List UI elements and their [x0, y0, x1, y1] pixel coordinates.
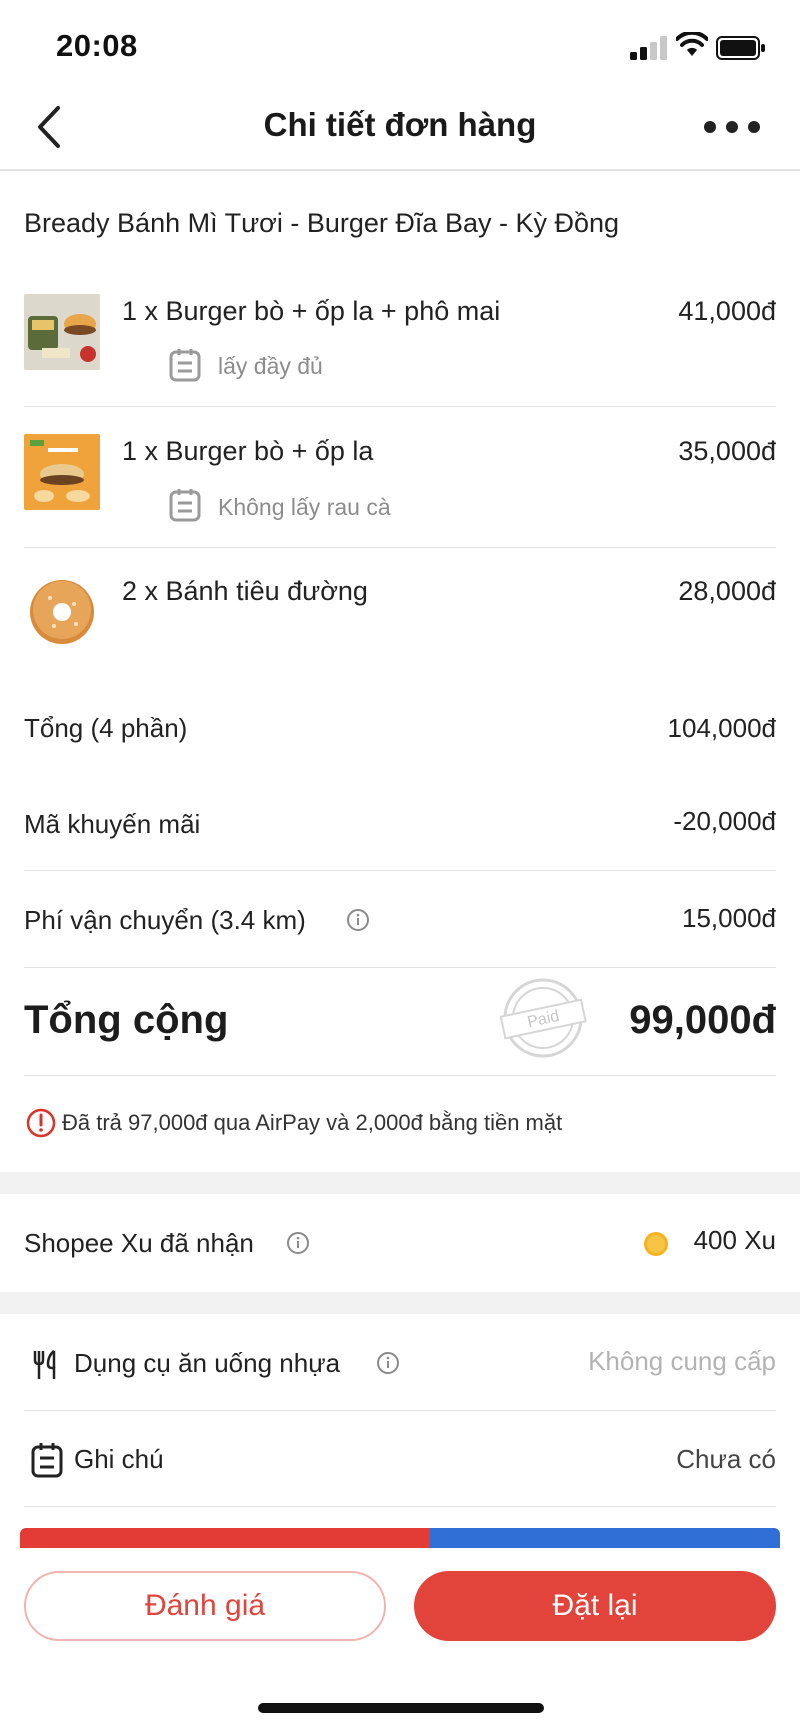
coins-value: 400 Xu [693, 1225, 776, 1255]
utensils-label: Dụng cụ ăn uống nhựa [74, 1348, 341, 1378]
subtotal-value: 104,000đ [667, 713, 776, 743]
coin-icon [644, 1232, 668, 1256]
paid-stamp-icon: Paid [499, 978, 587, 1058]
cellular-signal-icon [630, 36, 667, 60]
extras-divider [24, 1506, 776, 1507]
item-divider [24, 547, 776, 548]
info-icon[interactable] [286, 1231, 310, 1255]
reorder-button[interactable]: Đặt lại [414, 1571, 776, 1641]
item-note: Không lấy rau cà [218, 494, 391, 520]
alert-icon [26, 1108, 56, 1138]
info-icon[interactable] [376, 1351, 400, 1375]
total-label: Tổng cộng [24, 998, 229, 1042]
note-icon [169, 489, 201, 522]
home-indicator [258, 1703, 544, 1713]
item-price: 35,000đ [678, 436, 776, 466]
item-price: 28,000đ [678, 576, 776, 606]
promo-banner[interactable] [20, 1528, 780, 1550]
order-note-value[interactable]: Chưa có [676, 1444, 776, 1475]
page-title: Chi tiết đơn hàng [263, 106, 537, 143]
utensils-value: Không cung cấp [588, 1346, 776, 1376]
item-thumbnail [24, 434, 100, 510]
item-divider [24, 406, 776, 407]
total-value: 99,000đ [629, 998, 776, 1042]
order-note-label: Ghi chú [74, 1444, 164, 1474]
store-name[interactable]: Bready Bánh Mì Tươi - Burger Đĩa Bay - K… [24, 208, 619, 239]
utensils-icon [33, 1350, 56, 1379]
extras-divider [24, 1410, 776, 1411]
section-separator [0, 1292, 800, 1314]
info-icon[interactable] [346, 908, 370, 932]
summary-divider [24, 870, 776, 871]
summary-divider [24, 1075, 776, 1076]
summary-divider [24, 967, 776, 968]
battery-icon [716, 36, 765, 60]
wifi-icon [676, 32, 708, 56]
item-name: 1 x Burger bò + ốp la + phô mai [122, 296, 501, 326]
item-note: lấy đầy đủ [218, 353, 323, 379]
subtotal-label: Tổng (4 phần) [24, 713, 188, 743]
item-name: 2 x Bánh tiêu đường [122, 576, 368, 606]
status-time: 20:08 [56, 28, 138, 63]
shipping-value: 15,000đ [682, 903, 776, 933]
review-button[interactable]: Đánh giá [24, 1571, 386, 1641]
payment-note: Đã trả 97,000đ qua AirPay và 2,000đ bằng… [62, 1110, 563, 1135]
note-icon [169, 349, 201, 382]
shipping-label: Phí vận chuyển (3.4 km) [24, 905, 306, 935]
coins-label: Shopee Xu đã nhận [24, 1228, 254, 1258]
header-divider [0, 169, 800, 171]
item-price: 41,000đ [678, 296, 776, 326]
note-icon [31, 1443, 63, 1478]
item-thumbnail [24, 574, 100, 650]
promo-label: Mã khuyến mãi [24, 809, 201, 839]
item-name: 1 x Burger bò + ốp la [122, 436, 374, 466]
item-thumbnail [24, 294, 100, 370]
section-separator [0, 1172, 800, 1194]
more-options-icon[interactable] [700, 112, 764, 142]
promo-value: -20,000đ [673, 806, 776, 836]
